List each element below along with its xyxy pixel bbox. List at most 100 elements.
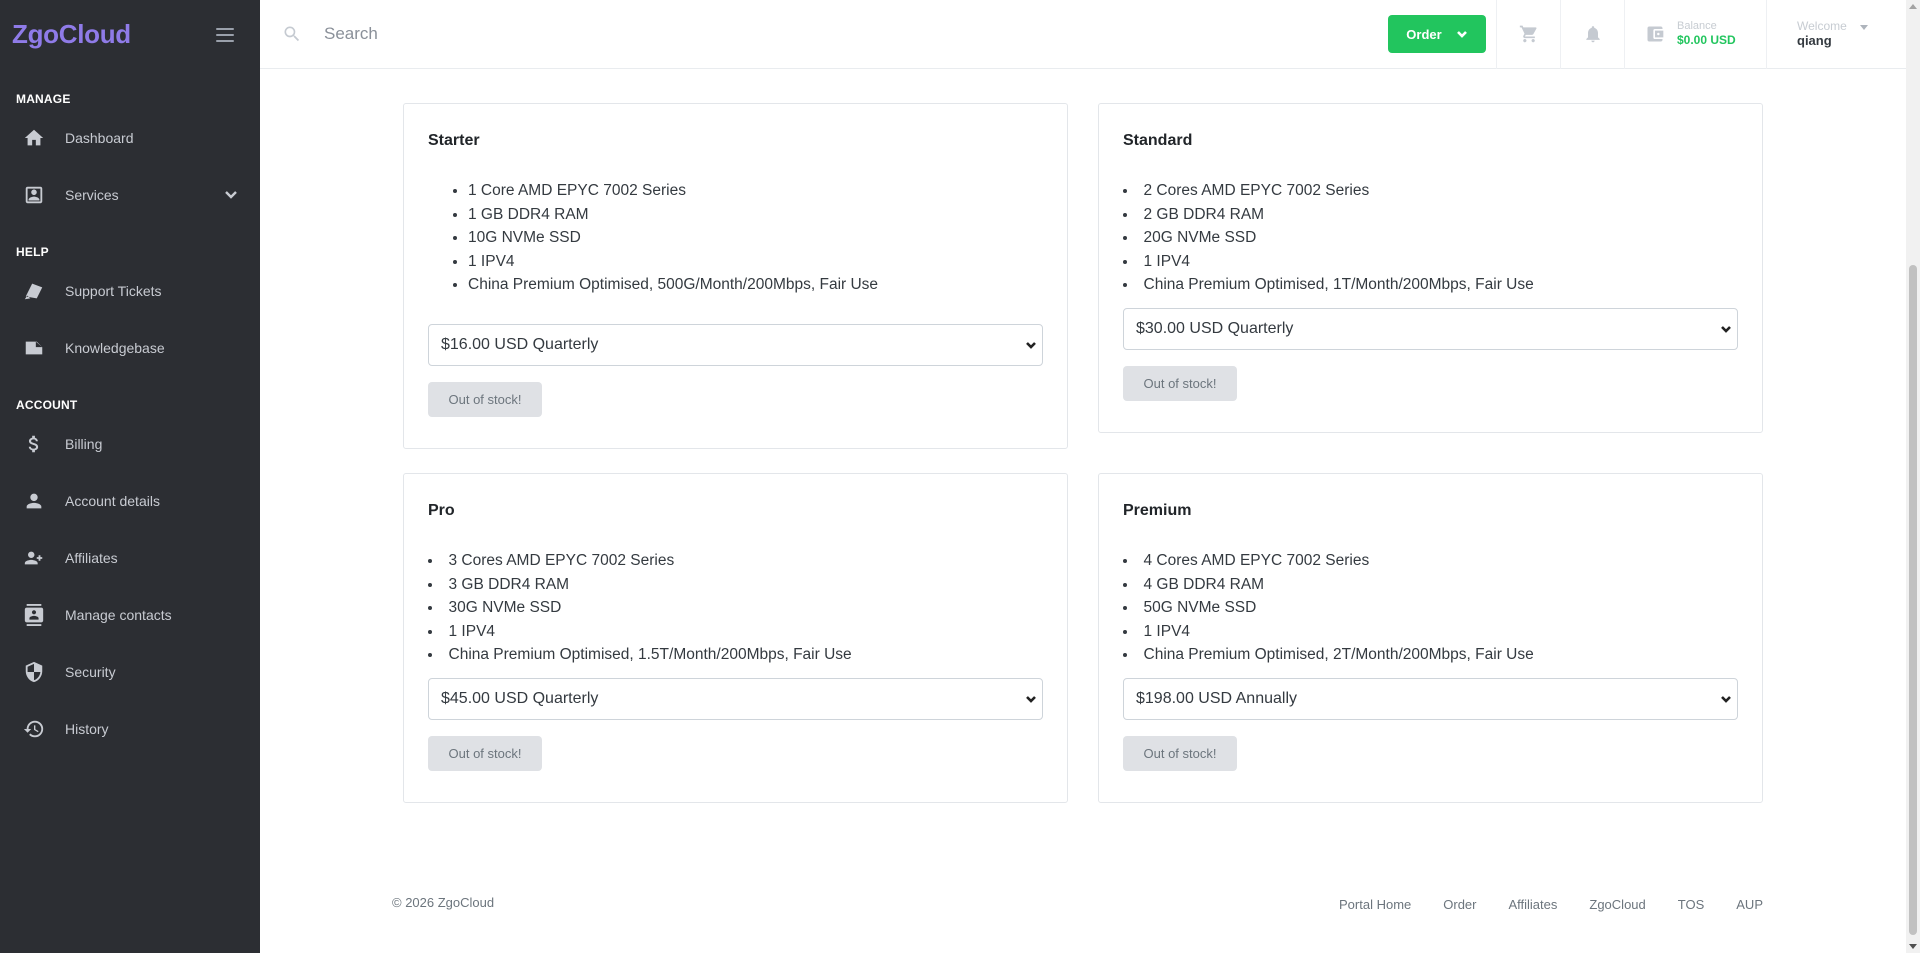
- person-icon: [22, 489, 46, 513]
- feature-item: 1 IPV4: [1123, 620, 1738, 644]
- welcome-text: Welcome qiang: [1797, 19, 1847, 49]
- billing-cycle-select[interactable]: $30.00 USD Quarterly: [1123, 307, 1738, 350]
- nav-section-account: ACCOUNT: [16, 398, 78, 412]
- nav-section-help: HELP: [16, 245, 49, 259]
- nav-section-manage: MANAGE: [16, 92, 71, 106]
- product-card-standard: Standard 2 Cores AMD EPYC 7002 Series 2 …: [1098, 103, 1763, 433]
- cart-icon: [1519, 25, 1537, 43]
- contacts-icon: [22, 603, 46, 627]
- sidebar-item-account-details[interactable]: Account details: [0, 472, 260, 529]
- affiliates-icon: [22, 546, 46, 570]
- sidebar-item-label: Dashboard: [65, 129, 134, 146]
- order-button[interactable]: Order: [1388, 15, 1486, 53]
- sidebar-item-services[interactable]: Services: [0, 166, 260, 223]
- sidebar-item-knowledgebase[interactable]: Knowledgebase: [0, 319, 260, 376]
- feature-list: 1 Core AMD EPYC 7002 Series 1 GB DDR4 RA…: [428, 179, 1043, 297]
- product-card-pro: Pro 3 Cores AMD EPYC 7002 Series 3 GB DD…: [403, 473, 1068, 803]
- balance-text: Balance $0.00 USD: [1677, 20, 1736, 48]
- services-icon: [22, 183, 46, 207]
- billing-cycle-select[interactable]: $198.00 USD Annually: [1123, 677, 1738, 720]
- footer-link-portal-home[interactable]: Portal Home: [1339, 897, 1411, 912]
- out-of-stock-button[interactable]: Out of stock!: [1123, 735, 1237, 771]
- sidebar-item-label: Services: [65, 186, 119, 203]
- chevron-down-icon: [1026, 695, 1036, 703]
- feature-item: 1 GB DDR4 RAM: [468, 203, 1043, 227]
- feature-item: 50G NVMe SSD: [1123, 596, 1738, 620]
- feature-item: 10G NVMe SSD: [468, 226, 1043, 250]
- sidebar-item-label: Affiliates: [65, 549, 118, 566]
- sidebar-item-history[interactable]: History: [0, 700, 260, 757]
- balance-widget[interactable]: Balance $0.00 USD: [1624, 0, 1766, 69]
- footer-link-order[interactable]: Order: [1443, 897, 1476, 912]
- product-title: Pro: [428, 502, 455, 519]
- billing-cycle-select[interactable]: $45.00 USD Quarterly: [428, 677, 1043, 720]
- feature-item: China Premium Optimised, 1.5T/Month/200M…: [428, 643, 1043, 667]
- feature-item: 4 GB DDR4 RAM: [1123, 573, 1738, 597]
- feature-item: 30G NVMe SSD: [428, 596, 1043, 620]
- chevron-down-icon[interactable]: [224, 188, 238, 202]
- scroll-down-arrow[interactable]: [1909, 944, 1917, 949]
- sidebar-item-label: Billing: [65, 435, 103, 452]
- scroll-up-arrow[interactable]: [1909, 4, 1917, 9]
- feature-item: China Premium Optimised, 1T/Month/200Mbp…: [1123, 273, 1738, 297]
- sidebar-item-manage-contacts[interactable]: Manage contacts: [0, 586, 260, 643]
- search-bar: [260, 24, 1388, 44]
- sidebar-header: ZgoCloud: [0, 0, 260, 69]
- selected-price: $198.00 USD Annually: [1136, 689, 1297, 707]
- sidebar-item-billing[interactable]: Billing: [0, 415, 260, 472]
- feature-item: 1 Core AMD EPYC 7002 Series: [468, 179, 1043, 203]
- home-icon: [22, 126, 46, 150]
- username: qiang: [1797, 32, 1832, 48]
- footer-link-aup[interactable]: AUP: [1736, 897, 1763, 912]
- notifications-button[interactable]: [1560, 0, 1624, 69]
- chevron-down-icon: [1721, 325, 1731, 333]
- sidebar-item-label: History: [65, 720, 109, 737]
- tickets-icon: [22, 279, 46, 303]
- sidebar-item-support-tickets[interactable]: Support Tickets: [0, 262, 260, 319]
- feature-item: 3 Cores AMD EPYC 7002 Series: [428, 549, 1043, 573]
- product-title: Standard: [1123, 132, 1193, 149]
- chevron-down-icon: [1456, 31, 1467, 38]
- sidebar-item-label: Account details: [65, 492, 160, 509]
- dollar-icon: [22, 432, 46, 456]
- footer-link-zgocloud[interactable]: ZgoCloud: [1589, 897, 1645, 912]
- selected-price: $16.00 USD Quarterly: [441, 335, 599, 353]
- footer-link-affiliates[interactable]: Affiliates: [1508, 897, 1557, 912]
- product-title: Starter: [428, 132, 480, 149]
- chevron-down-icon: [1721, 695, 1731, 703]
- sidebar-item-affiliates[interactable]: Affiliates: [0, 529, 260, 586]
- chevron-down-icon: [1026, 341, 1036, 349]
- feature-item: China Premium Optimised, 500G/Month/200M…: [468, 273, 1043, 297]
- out-of-stock-button[interactable]: Out of stock!: [428, 381, 542, 417]
- knowledgebase-icon: [22, 336, 46, 360]
- out-of-stock-button[interactable]: Out of stock!: [1123, 365, 1237, 401]
- user-menu[interactable]: Welcome qiang: [1766, 0, 1906, 69]
- feature-item: 4 Cores AMD EPYC 7002 Series: [1123, 549, 1738, 573]
- search-input[interactable]: [324, 24, 824, 44]
- brand-logo[interactable]: ZgoCloud: [12, 19, 131, 50]
- scroll-thumb[interactable]: [1909, 265, 1917, 935]
- feature-item: 1 IPV4: [428, 620, 1043, 644]
- feature-item: 2 Cores AMD EPYC 7002 Series: [1123, 179, 1738, 203]
- bell-icon: [1585, 26, 1600, 43]
- sidebar-item-label: Manage contacts: [65, 606, 172, 623]
- shield-icon: [22, 660, 46, 684]
- footer-link-tos[interactable]: TOS: [1678, 897, 1705, 912]
- feature-item: 1 IPV4: [468, 250, 1043, 274]
- billing-cycle-select[interactable]: $16.00 USD Quarterly: [428, 323, 1043, 366]
- sidebar-item-label: Security: [65, 663, 116, 680]
- page-scrollbar[interactable]: [1906, 0, 1920, 953]
- cart-button[interactable]: [1496, 0, 1560, 69]
- feature-list: 4 Cores AMD EPYC 7002 Series 4 GB DDR4 R…: [1123, 549, 1738, 667]
- sidebar: ZgoCloud MANAGE Dashboard Services HELP …: [0, 0, 260, 953]
- product-card-starter: Starter 1 Core AMD EPYC 7002 Series 1 GB…: [403, 103, 1068, 449]
- sidebar-item-security[interactable]: Security: [0, 643, 260, 700]
- copyright-text: © 2026 ZgoCloud: [392, 895, 495, 910]
- hamburger-menu-icon[interactable]: [216, 27, 234, 42]
- product-card-premium: Premium 4 Cores AMD EPYC 7002 Series 4 G…: [1098, 473, 1763, 803]
- history-icon: [22, 717, 46, 741]
- out-of-stock-button[interactable]: Out of stock!: [428, 735, 542, 771]
- balance-value: $0.00 USD: [1677, 33, 1736, 47]
- order-button-label: Order: [1406, 26, 1442, 42]
- sidebar-item-dashboard[interactable]: Dashboard: [0, 109, 260, 166]
